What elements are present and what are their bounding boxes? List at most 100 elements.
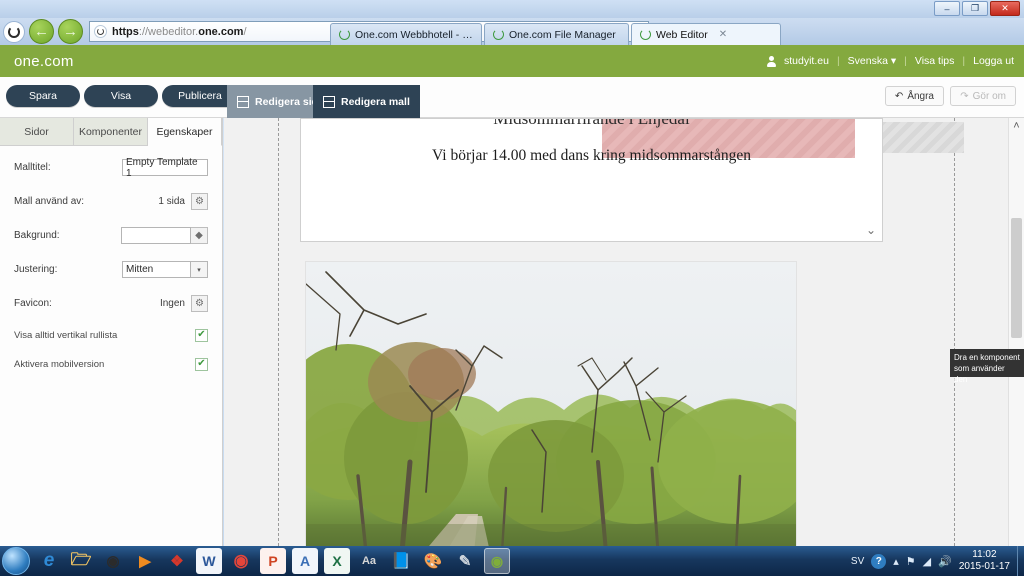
taskbar-icon-adobe-acrobat[interactable]: A [292,548,318,574]
taskbar-icon-microsoft-excel[interactable]: X [324,548,350,574]
background-label: Bakgrund: [14,230,60,241]
canvas-scrollbar[interactable]: ˄ [1008,118,1024,546]
browser-window: – ❐ ✕ ← → https://webeditor.one.com/ ⌕ ▾… [0,0,1024,546]
browser-tab-label: Web Editor [656,28,708,41]
one-com-tab-icon [339,29,350,40]
close-button[interactable]: ✕ [990,1,1020,16]
page-subtext: Vi börjar 14.00 med dans kring midsommar… [432,147,751,164]
background-color-input[interactable] [121,227,191,244]
forward-button[interactable]: → [58,19,83,44]
language-selector[interactable]: Svenska ▾ [848,55,896,67]
back-button[interactable]: ← [29,19,54,44]
user-menu: studyit.eu | Svenska ▾ | Visa tips | Log… [766,55,1014,67]
separator: | [836,55,840,67]
browser-tab-file-manager[interactable]: One.com File Manager [484,23,629,45]
editor-canvas[interactable]: Midsommarfirande i Enjedal Vi börjar 14.… [224,118,1024,546]
taskbar-icon-snipping-tool[interactable]: ✎ [452,548,478,574]
template-icon [323,95,335,108]
alignment-label: Justering: [14,264,58,275]
chevron-up-icon[interactable]: ▴ [893,555,899,568]
text-component[interactable]: Midsommarfirande i Enjedal Vi börjar 14.… [300,118,883,242]
tooltip-line-2: som använder den [954,364,1005,384]
layout-guide-right [954,118,955,546]
redo-icon: ↷ [960,90,969,102]
row-favicon: Favicon: Ingen ⚙ [14,291,208,316]
template-title-input[interactable]: Empty Template 1 [122,157,208,179]
taskbar-icon-microsoft-powerpoint[interactable]: P [260,548,286,574]
close-icon[interactable]: ✕ [719,29,727,40]
gear-icon[interactable]: ⚙ [191,193,208,210]
separator: | [904,55,907,67]
always-scrollbar-label: Visa alltid vertikal rullista [14,329,118,341]
separator: | [962,55,966,67]
gear-icon[interactable]: ⚙ [191,295,208,312]
taskbar-icon-notepad[interactable]: 📘 [388,548,414,574]
image-component[interactable] [305,261,797,546]
always-scrollbar-checkbox[interactable]: ✔ [195,328,208,342]
clock-date: 2015-01-17 [958,561,1010,572]
taskbar-icon-microsoft-word[interactable]: W [196,548,222,574]
sidebar-tab-sidor[interactable]: Sidor [0,118,74,145]
color-picker-icon[interactable]: ◆ [191,227,208,244]
chevron-down-icon[interactable]: ⌄ [866,223,876,237]
row-alignment: Justering: Mitten ▾ [14,257,208,282]
page-heading: Midsommarfirande i Enjedal [493,118,690,128]
template-title-label: Malltitel: [14,162,51,173]
mobile-version-checkbox[interactable]: ✔ [195,357,208,371]
undo-label: Ångra [907,90,934,102]
window-controls: – ❐ ✕ [934,1,1020,16]
sidebar-tabs: Sidor Komponenter Egenskaper [0,118,222,146]
sidebar-tab-egenskaper[interactable]: Egenskaper [148,118,222,146]
tab-edit-template[interactable]: Redigera mall [313,85,420,118]
taskbar-icon-one-com-webeditor[interactable]: ◉ [484,548,510,574]
taskbar-icon-internet-explorer[interactable]: e [36,548,62,574]
volume-icon[interactable]: 🔊 [938,555,952,568]
taskbar-icon-font-viewer[interactable]: Aa [356,548,382,574]
mobile-version-label: Aktivera mobilversion [14,358,105,370]
sidebar-tab-komponenter[interactable]: Komponenter [74,118,148,145]
logout-link[interactable]: Logga ut [973,55,1014,67]
tooltip-line-1: Dra en komponent [954,353,1020,362]
forest-photo [306,262,796,546]
app-brand-bar: one.com studyit.eu | Svenska ▾ | Visa ti… [0,45,1024,77]
row-template-title: Malltitel: Empty Template 1 [14,155,208,180]
alignment-select[interactable]: Mitten [122,261,191,278]
windows-taskbar: e 🗁 ◉ ▶ ❖ W ◉ P A X Aa 📘 🎨 ✎ ◉ SV ? ▴ ⚑ … [0,546,1024,576]
network-icon[interactable]: ◢ [923,555,931,568]
row-background: Bakgrund: ◆ [14,223,208,248]
used-by-label: Mall använd av: [14,196,85,207]
show-desktop-button[interactable] [1017,546,1024,576]
row-mobile-version: Aktivera mobilversion ✔ [14,354,208,374]
site-favicon-icon [94,25,107,38]
tray-language-indicator[interactable]: SV [851,556,864,567]
user-avatar-icon [766,55,776,67]
chevron-down-icon[interactable]: ▾ [191,261,208,278]
redo-button: ↷ Gör om [950,86,1016,106]
browser-tab-web-editor[interactable]: Web Editor ✕ [631,23,781,45]
layout-guide-left [278,118,279,546]
taskbar-icon-file-explorer[interactable]: 🗁 [68,548,94,574]
browser-tab-strip: One.com Webbhotell - Domä... One.com Fil… [330,20,810,45]
taskbar-icon-paint[interactable]: 🎨 [420,548,446,574]
taskbar-icon-vlc-player[interactable]: ▶ [132,548,158,574]
help-icon[interactable]: ? [871,553,887,569]
scrollbar-thumb[interactable] [1011,218,1022,338]
action-center-icon[interactable]: ⚑ [906,555,916,568]
clock[interactable]: 11:02 2015-01-17 [959,549,1010,573]
taskbar-icon-adobe-reader[interactable]: ❖ [164,548,190,574]
undo-button[interactable]: ↶ Ångra [884,86,944,106]
minimize-button[interactable]: – [934,1,960,16]
undo-icon: ↶ [894,90,904,102]
start-button[interactable] [2,547,30,575]
browser-tab-webbhotell[interactable]: One.com Webbhotell - Domä... [330,23,482,45]
favicon-value: Ingen [159,298,185,309]
account-name[interactable]: studyit.eu [784,55,829,67]
used-by-value: 1 sida [158,196,185,207]
preview-button[interactable]: Visa [84,85,158,107]
taskbar-icon-media-player[interactable]: ◉ [100,548,126,574]
save-button[interactable]: Spara [6,85,80,107]
restore-button[interactable]: ❐ [962,1,988,16]
taskbar-icon-google-chrome[interactable]: ◉ [228,548,254,574]
scroll-up-icon[interactable]: ˄ [1009,118,1024,134]
show-tips-link[interactable]: Visa tips [915,55,955,67]
